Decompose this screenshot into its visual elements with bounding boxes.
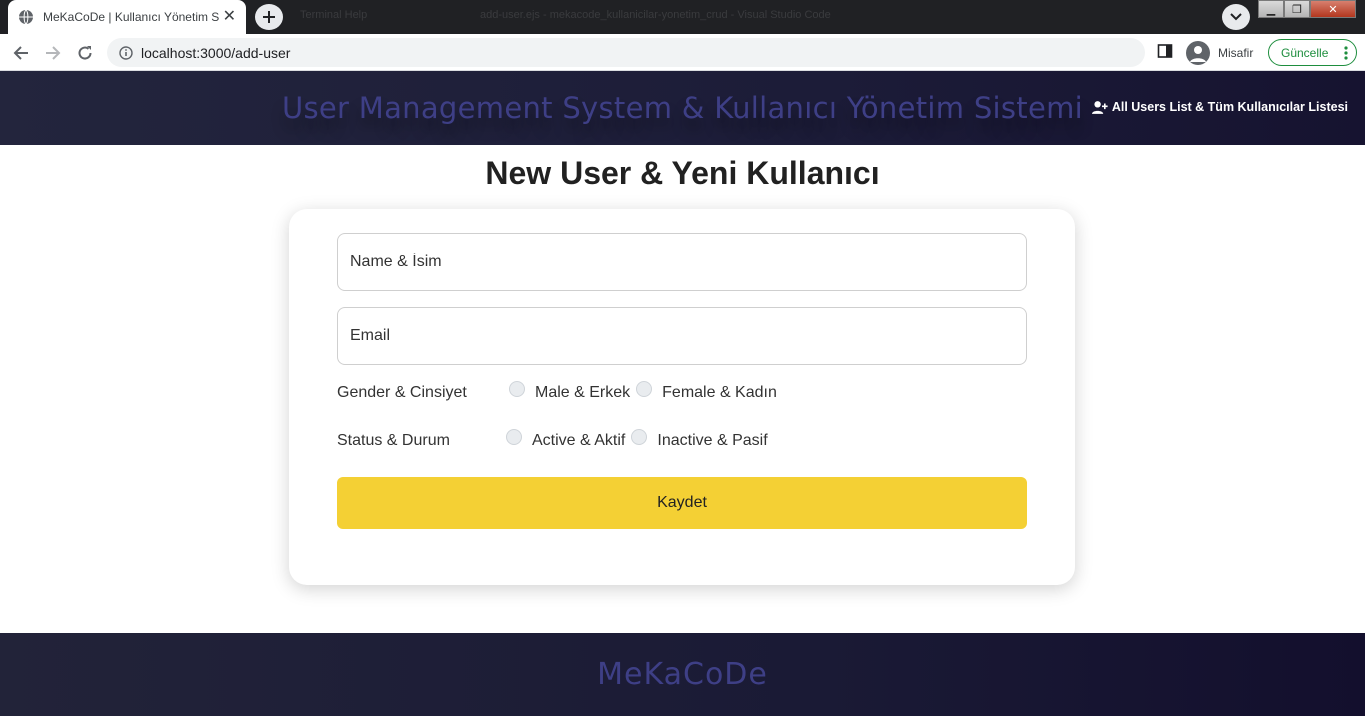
inactive-radio[interactable]	[631, 429, 648, 445]
tab-title: MeKaCoDe | Kullanıcı Yönetim Sistemi	[43, 10, 219, 24]
female-label: Female & Kadın	[662, 384, 777, 401]
close-tab-icon[interactable]: ✕	[223, 9, 236, 25]
browser-tabstrip: MeKaCoDe | Kullanıcı Yönetim Sistemi ✕ T…	[0, 0, 1365, 34]
inactive-label: Inactive & Pasif	[657, 432, 768, 449]
side-panel-icon	[1157, 44, 1173, 58]
more-vert-icon	[1344, 46, 1348, 60]
page-title: New User & Yeni Kullanıcı	[485, 155, 880, 191]
close-window-button[interactable]: ✕	[1310, 0, 1356, 18]
male-radio[interactable]	[509, 381, 525, 397]
minimize-button[interactable]: ▁	[1258, 0, 1284, 18]
active-label: Active & Aktif	[532, 432, 626, 449]
side-panel-button[interactable]	[1157, 43, 1175, 61]
info-icon[interactable]	[119, 45, 133, 60]
update-button[interactable]: Güncelle	[1268, 39, 1357, 66]
reload-button[interactable]	[73, 41, 97, 65]
arrow-left-icon	[13, 46, 28, 60]
new-user-form: Gender & Cinsiyet Male & Erkek Female & …	[289, 209, 1075, 585]
tab-search-button[interactable]	[1222, 4, 1250, 30]
profile-name: Misafir	[1218, 45, 1254, 60]
globe-icon	[18, 9, 34, 25]
all-users-link-label: All Users List & Tüm Kullanıcılar Listes…	[1111, 100, 1348, 114]
name-input[interactable]	[337, 233, 1027, 291]
browser-tab[interactable]: MeKaCoDe | Kullanıcı Yönetim Sistemi ✕	[8, 0, 246, 34]
address-bar[interactable]: localhost:3000/add-user	[107, 38, 1145, 67]
browser-toolbar: localhost:3000/add-user Misafir Güncelle	[0, 34, 1365, 71]
male-label: Male & Erkek	[535, 384, 631, 401]
chevron-down-icon	[1230, 13, 1242, 21]
gender-row: Gender & Cinsiyet Male & Erkek Female & …	[337, 381, 783, 405]
footer-brand: MeKaCoDe	[597, 657, 768, 692]
status-option-inactive[interactable]: Inactive & Pasif	[631, 429, 768, 450]
site-footer: MeKaCoDe	[0, 633, 1365, 716]
active-radio[interactable]	[506, 429, 522, 445]
gender-option-female[interactable]: Female & Kadın	[636, 381, 777, 402]
gender-label: Gender & Cinsiyet	[337, 384, 467, 401]
status-option-active[interactable]: Active & Aktif	[506, 429, 626, 450]
site-header: User Management System & Kullanıcı Yönet…	[0, 71, 1365, 145]
status-row: Status & Durum Active & Aktif Inactive &…	[337, 429, 774, 453]
plus-icon	[263, 11, 275, 23]
url-text: localhost:3000/add-user	[141, 44, 291, 61]
female-radio[interactable]	[636, 381, 653, 397]
new-tab-button[interactable]	[255, 4, 283, 30]
avatar-icon	[1186, 40, 1210, 65]
user-plus-icon	[1091, 100, 1108, 114]
update-label: Güncelle	[1281, 45, 1329, 60]
forward-button[interactable]	[41, 41, 65, 65]
status-label: Status & Durum	[337, 432, 450, 449]
profile-button[interactable]: Misafir	[1186, 39, 1253, 66]
reload-icon	[78, 46, 92, 60]
background-window-title: add-user.ejs - mekacode_kullanicilar-yon…	[480, 9, 831, 21]
background-window-text: Terminal Help	[300, 9, 368, 21]
save-button[interactable]: Kaydet	[337, 477, 1027, 529]
window-controls: ▁ ❐ ✕	[1258, 0, 1356, 18]
gender-option-male[interactable]: Male & Erkek	[509, 381, 631, 402]
arrow-right-icon	[46, 46, 61, 60]
restore-button[interactable]: ❐	[1284, 0, 1310, 18]
back-button[interactable]	[9, 41, 33, 65]
all-users-link[interactable]: All Users List & Tüm Kullanıcılar Listes…	[1091, 100, 1348, 114]
email-input[interactable]	[337, 307, 1027, 365]
